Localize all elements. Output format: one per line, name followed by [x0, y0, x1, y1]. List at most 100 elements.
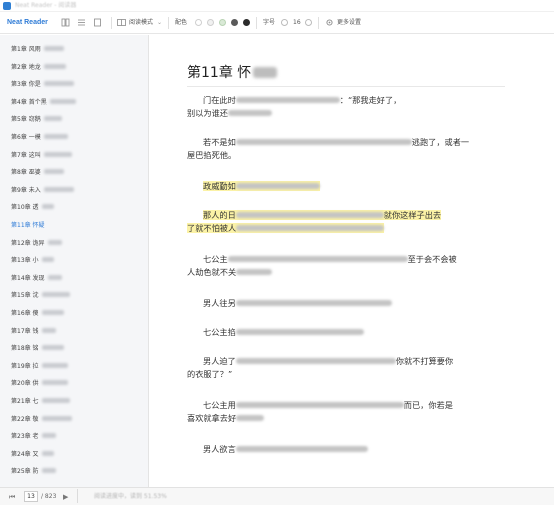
reading-mode-icon[interactable] [117, 18, 126, 27]
toc-item[interactable]: 第24章 又 [0, 446, 148, 461]
toc-item[interactable]: 第18章 铭 [0, 340, 148, 355]
toc-item-label: 第10章 透 [11, 204, 39, 212]
toc-item[interactable]: 第7章 这叫 [0, 147, 148, 162]
toc-item[interactable]: 第12章 诡异 [0, 235, 148, 250]
bookmark-icon[interactable] [93, 18, 102, 27]
toc-item[interactable]: 第9章 未入 [0, 182, 148, 197]
status-divider [77, 489, 78, 503]
blurred-text [41, 310, 64, 315]
blurred-text [47, 274, 62, 280]
blurred-text [235, 329, 364, 335]
toc-item[interactable]: 第14章 发现 [0, 270, 148, 285]
toolbar-divider [256, 17, 257, 29]
chapter-paragraph: 门在此时 ：“那我走好了， 别以为谁还 [187, 94, 505, 119]
toc-item[interactable]: 第22章 敬 [0, 411, 148, 426]
font-increase-button[interactable] [305, 19, 312, 26]
bookshelf-icon[interactable] [61, 18, 70, 27]
blurred-text [43, 169, 64, 175]
blurred-text [43, 63, 66, 69]
first-page-button[interactable]: ⏮ [9, 492, 15, 502]
blurred-text [227, 109, 272, 116]
chevron-down-icon[interactable]: ⌄ [157, 18, 162, 28]
brand-logo[interactable]: Neat Reader [7, 18, 48, 28]
toc-item-label: 第11章 怀疑 [11, 222, 45, 229]
toc-item[interactable]: 第23章 老 [0, 428, 148, 443]
paragraph-text: 屋巴掐死他。 [187, 149, 237, 160]
toc-item-label: 第22章 敬 [11, 415, 39, 423]
paragraph-text: 的衣服了？” [187, 368, 233, 379]
reading-pane: 第11章 怀 门在此时 ：“那我走好了， 别以为谁还 若不是如 逃跑了，或者一 屋巴掐死他… [150, 35, 554, 487]
toc-item[interactable]: 第11章 怀疑 [0, 217, 148, 232]
toc-item[interactable]: 第17章 钱 [0, 323, 148, 338]
reading-progress: 阅读进度中，读到 51.53% [94, 493, 167, 500]
blurred-text [41, 380, 68, 386]
swatch-green[interactable] [219, 19, 226, 26]
toc-item-label: 第24章 又 [11, 450, 39, 458]
highlight[interactable]: 那人的日 就你这样子出去 了就不怕被人 [187, 210, 442, 233]
paragraph-text: 了就不怕被人 [187, 222, 237, 233]
blurred-text [43, 186, 74, 192]
toc-item[interactable]: 第1章 风雨 [0, 41, 148, 56]
blurred-text [236, 224, 385, 231]
toc-item[interactable]: 第6章 一模 [0, 129, 148, 144]
toc-item-label: 第9章 未入 [11, 186, 41, 194]
toc-item[interactable]: 第15章 沈 [0, 287, 148, 302]
swatch-white[interactable] [195, 19, 202, 26]
toc-item[interactable]: 第2章 地龙 [0, 59, 148, 74]
chapter-paragraph: 男人迫了 你就不打算要你 的衣服了？” [187, 355, 505, 380]
paragraph-text: 喜欢就拿去好 [187, 412, 237, 423]
title-divider [187, 86, 505, 87]
toc-item[interactable]: 第20章 供 [0, 375, 148, 390]
toc-item[interactable]: 第19章 拉 [0, 358, 148, 373]
toc-item[interactable]: 第21章 七 [0, 393, 148, 408]
paragraph-text: 男人迫了 [203, 356, 236, 366]
toc-item-label: 第23章 老 [11, 433, 39, 441]
swatch-dark-gray[interactable] [231, 19, 238, 26]
blurred-text [41, 362, 68, 368]
font-decrease-button[interactable] [281, 19, 288, 26]
font-size-label: 字号 [263, 19, 276, 26]
chapter-paragraph: 七公主掐 [187, 326, 505, 339]
blurred-text [235, 212, 384, 218]
paragraph-text: 政威勤如 [203, 181, 236, 191]
paragraph-text: 那人的日 [203, 210, 236, 220]
gear-icon[interactable] [325, 18, 334, 27]
chapter-paragraph: 七公主用 而已，你若是 喜欢就拿去好 [187, 399, 505, 424]
swatch-light-gray[interactable] [207, 19, 214, 26]
chapter-title-text: 第11章 怀 [187, 65, 252, 81]
page-number-input[interactable]: 13 [24, 491, 38, 502]
blurred-text [41, 433, 56, 439]
more-settings-button[interactable]: 更多设置 [337, 18, 361, 28]
toc-item[interactable]: 第8章 巫婆 [0, 164, 148, 179]
color-label: 配色 [175, 19, 188, 26]
toc-item-label: 第1章 风雨 [11, 46, 41, 53]
paragraph-text: 别以为谁还 [187, 107, 228, 118]
toc-item[interactable]: 第16章 傻 [0, 305, 148, 320]
toolbar-divider [111, 17, 112, 29]
next-page-button[interactable]: ▶ [63, 492, 68, 502]
toc-item[interactable]: 第4章 首个黑 [0, 94, 148, 109]
blurred-text [236, 414, 265, 421]
toc-item-label: 第7章 这叫 [11, 151, 41, 159]
blurred-text [43, 81, 74, 87]
reading-mode-dropdown[interactable]: 阅读模式 [129, 18, 153, 28]
toc-item-label: 第2章 地龙 [11, 63, 41, 71]
blurred-text [41, 204, 54, 210]
toc-item-label: 第3章 你是 [11, 81, 41, 89]
page-total: / 823 [41, 493, 57, 500]
toc-item[interactable]: 第5章 窃鹅 [0, 111, 148, 126]
highlight[interactable]: 政威勤如 [203, 181, 320, 191]
toc-item[interactable]: 第10章 透 [0, 199, 148, 214]
blurred-text [235, 358, 396, 364]
toc-item[interactable]: 第25章 防 [0, 463, 148, 478]
paragraph-text: 七公主掐 [203, 327, 236, 337]
blurred-text [235, 402, 404, 408]
toc-list-icon[interactable] [77, 18, 86, 27]
swatch-black[interactable] [243, 19, 250, 26]
chapter-paragraph: 政威勤如 [187, 180, 505, 193]
toc-item-label: 第5章 窃鹅 [11, 116, 41, 124]
blurred-text [235, 300, 392, 306]
toc-item[interactable]: 第3章 你是 [0, 76, 148, 91]
toc-item[interactable]: 第13章 小 [0, 252, 148, 267]
chapter-title: 第11章 怀 [187, 64, 278, 82]
